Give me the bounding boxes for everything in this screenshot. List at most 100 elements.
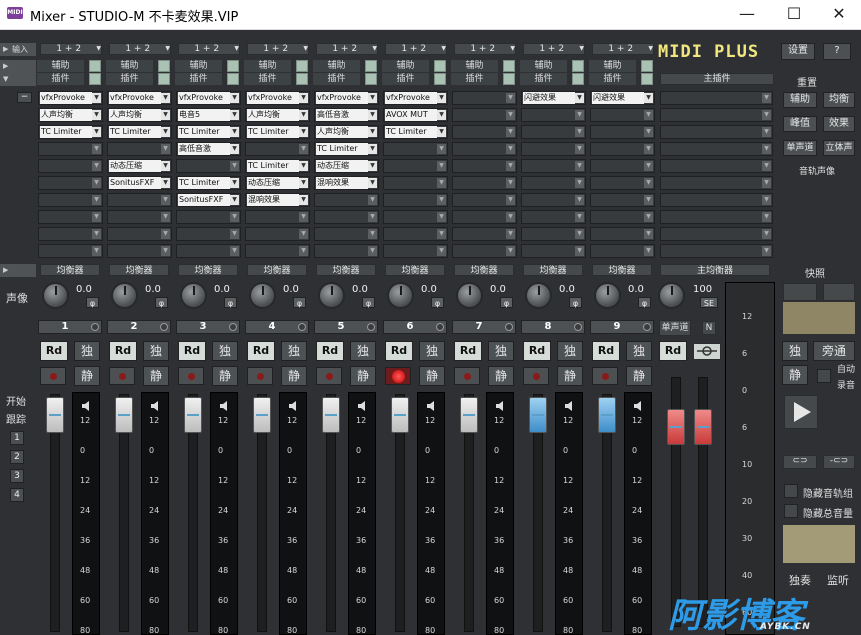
channel-fader[interactable] <box>529 397 547 433</box>
dropdown-icon[interactable]: ▼ <box>230 195 239 205</box>
pan-knob[interactable] <box>387 282 414 309</box>
dropdown-icon[interactable]: ▼ <box>299 178 308 188</box>
plugin-slot[interactable]: ▼ <box>176 159 241 173</box>
master-link-button[interactable] <box>693 343 721 360</box>
master-n-button[interactable]: N <box>702 321 716 335</box>
global-mute-button[interactable]: 静 <box>782 365 808 385</box>
plugin-slot[interactable]: ▼ <box>314 244 379 258</box>
dropdown-icon[interactable]: ▼ <box>368 161 377 171</box>
rd-button[interactable]: Rd <box>385 341 413 361</box>
aux-toggle[interactable] <box>503 60 515 72</box>
dropdown-icon[interactable]: ▼ <box>299 161 308 171</box>
plugin-slot[interactable]: ▼ <box>452 227 517 241</box>
dropdown-icon[interactable]: ▼ <box>368 110 377 120</box>
dropdown-icon[interactable]: ▼ <box>506 93 515 103</box>
dropdown-icon[interactable]: ▼ <box>437 110 446 120</box>
plugin-slot[interactable]: ▼ <box>383 244 448 258</box>
dropdown-icon[interactable]: ▼ <box>368 229 377 239</box>
channel-indicator-icon[interactable] <box>643 323 651 331</box>
solo-button[interactable]: 独 <box>350 341 376 361</box>
dropdown-icon[interactable]: ▼ <box>762 178 771 188</box>
dropdown-icon[interactable]: ▼ <box>762 212 771 222</box>
dropdown-icon[interactable]: ▼ <box>575 127 584 137</box>
dropdown-icon[interactable]: ▼ <box>762 144 771 154</box>
aux-header[interactable]: 辅助 <box>451 60 498 72</box>
plugin-slot[interactable]: 人声均衡 ▼ <box>38 108 103 122</box>
dropdown-icon[interactable]: ▼ <box>575 229 584 239</box>
plugin-slot[interactable]: TC Limiter ▼ <box>176 125 241 139</box>
follow-number-button[interactable]: 3 <box>10 469 24 483</box>
master-plugin-slot[interactable]: ▼ <box>660 227 773 241</box>
dropdown-icon[interactable]: ▼ <box>437 212 446 222</box>
aux-header[interactable]: 辅助 <box>382 60 429 72</box>
plugin-slot[interactable]: ▼ <box>383 159 448 173</box>
master-plugin-slot[interactable]: ▼ <box>660 142 773 156</box>
plugin-slot[interactable]: ▼ <box>176 244 241 258</box>
dropdown-icon[interactable]: ▼ <box>506 144 515 154</box>
plugin-slot[interactable]: 混响效果 ▼ <box>314 176 379 190</box>
play-button[interactable] <box>784 395 818 429</box>
master-pan-se[interactable]: SE <box>700 297 718 308</box>
plugin-slot[interactable]: vfxProvoke ▼ <box>176 91 241 105</box>
plugin-slot[interactable]: ▼ <box>314 210 379 224</box>
channel-indicator-icon[interactable] <box>229 323 237 331</box>
plugin-slot[interactable]: ▼ <box>521 125 586 139</box>
dropdown-icon[interactable]: ▼ <box>230 178 239 188</box>
plugin-slot[interactable]: ▼ <box>38 244 103 258</box>
channel-indicator-icon[interactable] <box>574 323 582 331</box>
aux-toggle[interactable] <box>434 60 446 72</box>
dropdown-icon[interactable]: ▼ <box>575 93 584 103</box>
dropdown-icon[interactable]: ▼ <box>762 229 771 239</box>
dropdown-icon[interactable]: ▼ <box>230 93 239 103</box>
dropdown-icon[interactable]: ▼ <box>92 144 101 154</box>
dropdown-icon[interactable]: ▼ <box>299 110 308 120</box>
dropdown-icon[interactable]: ▼ <box>437 144 446 154</box>
aux-toggle-button[interactable]: 辅助 <box>783 92 817 108</box>
phase-button[interactable]: φ <box>224 297 237 308</box>
master-plugin-slot[interactable]: ▼ <box>660 91 773 105</box>
dropdown-icon[interactable]: ▼ <box>368 93 377 103</box>
phase-button[interactable]: φ <box>293 297 306 308</box>
dropdown-icon[interactable]: ▼ <box>762 195 771 205</box>
plugin-slot[interactable]: ▼ <box>245 244 310 258</box>
plugin-slot[interactable]: 高低音激 ▼ <box>314 108 379 122</box>
plugin-toggle[interactable] <box>158 73 170 85</box>
channel-indicator-icon[interactable] <box>367 323 375 331</box>
eq-label[interactable]: 均衡器 <box>178 264 238 276</box>
input-select[interactable]: 1 + 2 ▼ <box>40 43 102 55</box>
solo-button[interactable]: 独 <box>281 341 307 361</box>
phase-button[interactable]: φ <box>431 297 444 308</box>
plugin-slot[interactable]: 动态压缩 ▼ <box>245 176 310 190</box>
dropdown-icon[interactable]: ▼ <box>368 195 377 205</box>
plugin-header[interactable]: 插件 <box>106 73 153 85</box>
dropdown-icon[interactable]: ▼ <box>437 195 446 205</box>
plugin-slot[interactable]: ▼ <box>521 176 586 190</box>
snapshot-save-button[interactable] <box>823 283 855 301</box>
plugin-slot[interactable]: TC Limiter ▼ <box>314 142 379 156</box>
dropdown-icon[interactable]: ▼ <box>575 246 584 256</box>
dropdown-icon[interactable]: ▼ <box>762 93 771 103</box>
dropdown-icon[interactable]: ▼ <box>161 127 170 137</box>
plugin-slot[interactable]: TC Limiter ▼ <box>38 125 103 139</box>
dropdown-icon[interactable]: ▼ <box>92 161 101 171</box>
mute-button[interactable]: 静 <box>74 366 100 386</box>
effect-toggle-button[interactable]: 效果 <box>823 116 855 132</box>
hide-master-checkbox[interactable] <box>784 504 798 518</box>
plugin-slot[interactable]: ▼ <box>521 227 586 241</box>
dropdown-icon[interactable]: ▼ <box>762 127 771 137</box>
dropdown-icon[interactable]: ▼ <box>437 229 446 239</box>
plugin-header[interactable]: 插件 <box>313 73 360 85</box>
plugin-slot[interactable]: ▼ <box>590 125 655 139</box>
plugin-slot[interactable]: ▼ <box>38 176 103 190</box>
aux-header[interactable]: 辅助 <box>244 60 291 72</box>
plugin-slot[interactable]: AVOX MUT ▼ <box>383 108 448 122</box>
collapse-button[interactable]: − <box>17 92 32 103</box>
channel-fader[interactable] <box>322 397 340 433</box>
rd-button[interactable]: Rd <box>592 341 620 361</box>
plugin-slot[interactable]: ▼ <box>176 210 241 224</box>
dropdown-icon[interactable]: ▼ <box>506 110 515 120</box>
plugin-slot[interactable]: ▼ <box>107 210 172 224</box>
global-solo-button[interactable]: 独 <box>782 341 808 361</box>
plugin-slot[interactable]: 动态压缩 ▼ <box>107 159 172 173</box>
plugin-slot[interactable]: ▼ <box>452 244 517 258</box>
